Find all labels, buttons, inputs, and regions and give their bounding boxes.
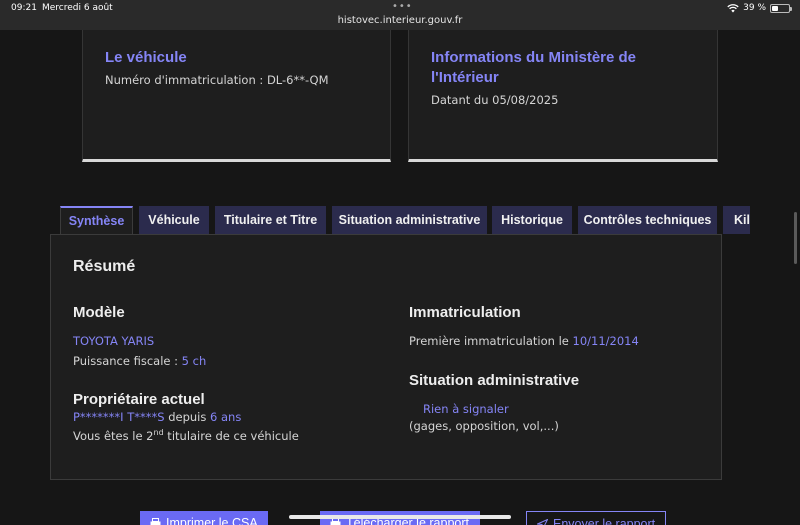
more-dots-icon[interactable]: ••• <box>392 1 413 12</box>
send-icon <box>537 519 548 525</box>
printer-icon <box>330 518 341 525</box>
date: Mercredi 6 août <box>42 3 113 13</box>
registration-number: Numéro d'immatriculation : DL-6**-QM <box>105 73 329 87</box>
tab-titulaire[interactable]: Titulaire et Titre <box>215 206 326 234</box>
tab-vehicule[interactable]: Véhicule <box>139 206 209 234</box>
fiscal-power-value: 5 ch <box>181 354 207 368</box>
tab-synthese[interactable]: Synthèse <box>60 206 133 234</box>
send-report-label: Envoyer le rapport <box>553 517 656 525</box>
owner-rank-sup: nd <box>153 428 164 437</box>
model-name: TOYOTA YARIS <box>73 334 155 348</box>
ministry-card-title: Informations du Ministère de l'Intérieur <box>431 49 637 86</box>
first-registration: Première immatriculation le 10/11/2014 <box>409 334 639 348</box>
tab-historique[interactable]: Historique <box>492 206 572 234</box>
summary-title: Résumé <box>73 258 136 275</box>
data-date: Datant du 05/08/2025 <box>431 93 559 107</box>
admin-status: Rien à signaler <box>423 402 509 416</box>
vehicle-card: Le véhicule Numéro d'immatriculation : D… <box>82 30 391 162</box>
owner-line: P*******I T****S depuis 6 ans <box>73 410 241 424</box>
fiscal-power-label: Puissance fiscale : <box>73 354 182 368</box>
scrollbar[interactable] <box>794 212 797 264</box>
owner-heading: Propriétaire actuel <box>73 391 205 408</box>
home-indicator[interactable] <box>289 515 511 519</box>
battery-percent: 39 % <box>743 3 766 13</box>
owner-since-value: 6 ans <box>210 410 242 424</box>
tab-situation-administrative[interactable]: Situation administrative <box>332 206 487 234</box>
owner-rank: Vous êtes le 2nd titulaire de ce véhicul… <box>73 428 299 443</box>
printer-icon <box>150 518 161 525</box>
summary-panel: Résumé Modèle TOYOTA YARIS Puissance fis… <box>50 234 722 480</box>
battery-level <box>772 5 779 11</box>
status-bar: 09:21 Mercredi 6 août ••• histovec.inter… <box>0 0 800 30</box>
status-indicators: 39 % <box>727 3 792 13</box>
vehicle-card-title: Le véhicule <box>105 49 187 66</box>
wifi-icon <box>727 3 739 12</box>
print-csa-button[interactable]: Imprimer le CSA <box>140 511 268 525</box>
tab-kilometrage[interactable]: Kilométrage <box>723 206 750 234</box>
tab-controles-techniques[interactable]: Contrôles techniques <box>578 206 717 234</box>
clock: 09:21 <box>11 3 37 13</box>
model-heading: Modèle <box>73 304 125 321</box>
first-registration-date: 10/11/2014 <box>572 334 639 348</box>
admin-heading: Situation administrative <box>409 372 580 389</box>
owner-rank-prefix: Vous êtes le 2 <box>73 428 154 443</box>
report-tabs: Synthèse Véhicule Titulaire et Titre Sit… <box>60 206 750 234</box>
print-csa-label: Imprimer le CSA <box>166 516 258 525</box>
owner-name: P*******I T****S <box>73 410 165 424</box>
registration-heading: Immatriculation <box>409 304 521 321</box>
owner-since-label: depuis <box>164 410 211 424</box>
send-report-button[interactable]: Envoyer le rapport <box>526 511 666 525</box>
owner-rank-suffix: titulaire de ce véhicule <box>163 428 299 443</box>
first-registration-label: Première immatriculation le <box>409 334 573 348</box>
address-bar-url[interactable]: histovec.interieur.gouv.fr <box>0 15 800 26</box>
battery-icon <box>770 3 792 13</box>
admin-detail: (gages, opposition, vol,...) <box>409 419 559 433</box>
ministry-card: Informations du Ministère de l'Intérieur… <box>408 30 718 162</box>
fiscal-power: Puissance fiscale : 5 ch <box>73 354 206 368</box>
